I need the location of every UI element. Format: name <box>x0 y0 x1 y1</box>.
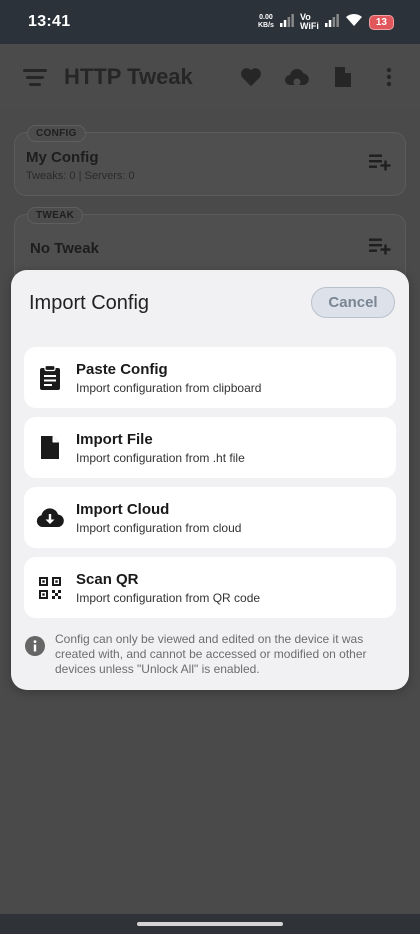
config-card[interactable]: CONFIG My Config Tweaks: 0 | Servers: 0 <box>14 125 406 196</box>
more-icon[interactable] <box>376 64 402 90</box>
vowifi-label: Vo WiFi <box>300 13 319 31</box>
clipboard-icon <box>24 364 76 391</box>
config-chip: CONFIG <box>27 125 86 142</box>
signal-icon-2 <box>324 13 339 32</box>
battery-indicator: 13 <box>368 14 394 30</box>
option-title: Import Cloud <box>76 500 170 518</box>
tweak-name: No Tweak <box>30 240 99 257</box>
option-description: Import configuration from clipboard <box>76 380 262 395</box>
import-config-dialog: Import Config Cancel Paste Config Import… <box>11 270 409 690</box>
config-name: My Config <box>26 149 99 166</box>
file-icon[interactable] <box>330 64 356 90</box>
import-file-option[interactable]: Import File Import configuration from .h… <box>24 417 396 478</box>
qr-code-icon <box>24 576 76 599</box>
vowifi-line2: WiFi <box>299 21 319 31</box>
config-summary: Tweaks: 0 | Servers: 0 <box>26 170 135 182</box>
app-title: HTTP Tweak <box>64 64 193 89</box>
cloud-icon[interactable] <box>284 64 310 90</box>
playlist-add-icon[interactable] <box>369 153 391 176</box>
scan-qr-option[interactable]: Scan QR Import configuration from QR cod… <box>24 557 396 618</box>
info-note-text: Config can only be viewed and edited on … <box>55 632 367 676</box>
dialog-title: Import Config <box>29 292 150 314</box>
cancel-button[interactable]: Cancel <box>311 287 395 318</box>
home-gesture-handle[interactable] <box>137 922 283 926</box>
app-bar: HTTP Tweak <box>0 44 420 110</box>
navigation-bar <box>0 914 420 934</box>
status-bar: 13:41 0.00 KB/s Vo WiFi 13 <box>0 0 420 44</box>
tweak-chip: TWEAK <box>27 207 84 224</box>
app-bar-actions <box>238 64 402 90</box>
status-icons: 0.00 KB/s Vo WiFi 13 <box>258 13 394 32</box>
network-speed: 0.00 KB/s <box>258 14 274 30</box>
paste-config-option[interactable]: Paste Config Import configuration from c… <box>24 347 396 408</box>
info-icon <box>25 636 45 661</box>
status-time: 13:41 <box>28 13 71 30</box>
file-icon <box>24 435 76 460</box>
option-description: Import configuration from QR code <box>76 590 261 605</box>
playlist-add-icon[interactable] <box>369 237 391 260</box>
heart-icon[interactable] <box>238 64 264 90</box>
network-speed-unit: KB/s <box>258 22 274 29</box>
signal-icon <box>279 13 294 32</box>
option-title: Import File <box>76 430 153 448</box>
network-speed-value: 0.00 <box>259 14 273 21</box>
import-cloud-option[interactable]: Import Cloud Import configuration from c… <box>24 487 396 548</box>
wifi-icon <box>345 13 363 32</box>
menu-icon[interactable] <box>22 64 48 90</box>
cloud-download-icon <box>24 507 76 529</box>
option-title: Paste Config <box>76 360 168 378</box>
option-description: Import configuration from .ht file <box>76 450 245 465</box>
option-title: Scan QR <box>76 570 139 588</box>
option-description: Import configuration from cloud <box>76 520 242 535</box>
info-note: Config can only be viewed and edited on … <box>25 632 397 677</box>
